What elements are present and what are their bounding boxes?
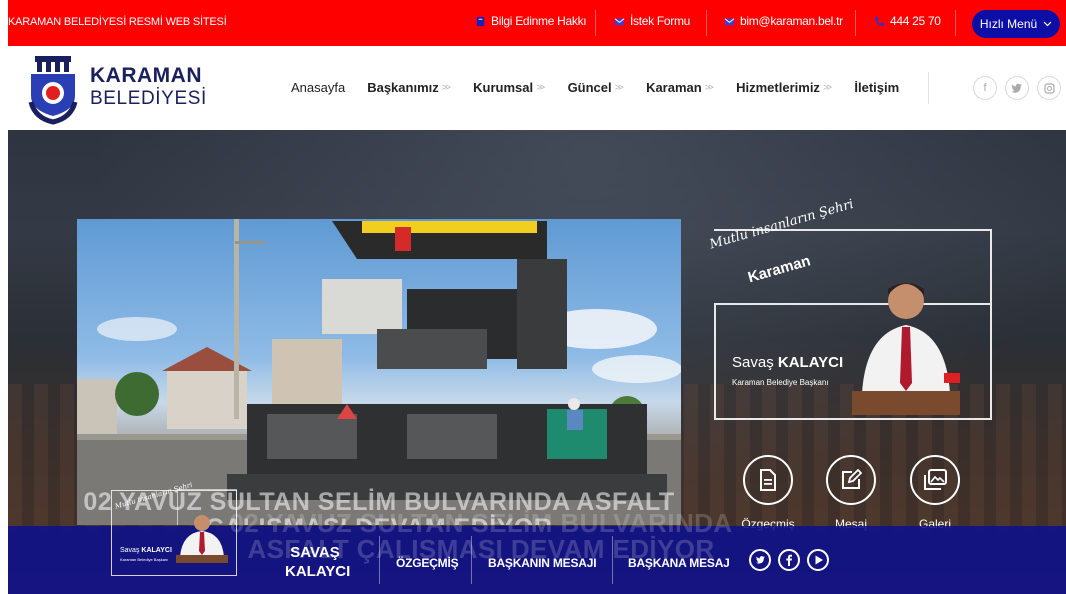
edit-icon — [842, 469, 862, 489]
bottom-mayor-last: KALAYCI — [285, 563, 351, 580]
info-request-link[interactable]: Bilgi Edinme Hakkı — [475, 14, 587, 28]
request-form-link[interactable]: İstek Formu — [614, 14, 690, 28]
email-label: bim@karaman.bel.tr — [740, 14, 843, 28]
divider — [855, 10, 856, 36]
chevron-down-icon: ≫ — [536, 82, 546, 92]
mayor-role: Karaman Belediye Başkanı — [732, 378, 829, 387]
message-button[interactable] — [826, 455, 876, 505]
envelope-icon — [614, 17, 625, 25]
instagram-icon[interactable] — [1037, 76, 1061, 100]
chevron-down-icon: ≫ — [441, 82, 452, 92]
info-request-label: Bilgi Edinme Hakkı — [491, 14, 587, 28]
chevron-down-icon: ≫ — [822, 82, 833, 92]
nav-item-kurumsal[interactable]: Kurumsal ≫ — [473, 80, 545, 95]
bottom-mayor-name[interactable]: SAVAŞ KALAYCI — [285, 543, 351, 581]
twitter-icon[interactable] — [1005, 76, 1029, 100]
asphalt-paver-photo — [77, 219, 681, 525]
quick-menu-button[interactable]: Hızlı Menü — [972, 10, 1060, 38]
top-bar: KARAMAN BELEDİYESİ RESMİ WEB SİTESİ Bilg… — [8, 0, 1066, 46]
municipality-emblem-icon[interactable] — [25, 52, 81, 126]
twitter-icon[interactable] — [749, 549, 771, 571]
thumbnail-mayor-name: Savaş KALAYCI — [120, 547, 172, 554]
nav-item-anasayfa[interactable]: Anasayfa — [291, 80, 345, 95]
chevron-down-icon: ≫ — [614, 82, 625, 92]
nav-item-baskanimiz[interactable]: Başkanımız ≫ — [367, 80, 451, 95]
play-icon[interactable] — [807, 549, 829, 571]
slide-caption-overlay: 02 YAVUZ SULTAN SELİM BULVARINDA ASFALT … — [229, 508, 733, 564]
logo-subtitle[interactable]: BELEDİYESİ — [90, 88, 207, 110]
nav-item-hizmetlerimiz[interactable]: Hizmetlerimiz ≫ — [736, 80, 832, 95]
mayor-name[interactable]: Savaş KALAYCI — [732, 354, 843, 371]
envelope-icon — [724, 17, 735, 25]
nav-item-karaman[interactable]: Karaman ≫ — [646, 80, 714, 95]
bottom-mayor-message-link[interactable]: BAŞKANIN MESAJI — [488, 556, 597, 570]
chevron-down-icon — [1043, 21, 1052, 27]
thumbnail-mayor-role: Karaman Belediye Başkanı — [120, 557, 169, 562]
facebook-icon[interactable]: f — [973, 76, 997, 100]
site-title: KARAMAN BELEDİYESİ RESMİ WEB SİTESİ — [8, 16, 227, 28]
news-slide[interactable]: 02 YAVUZ SULTAN SELİM BULVARINDA ASFALT … — [77, 219, 681, 525]
divider — [706, 10, 707, 36]
document-icon — [760, 469, 776, 491]
bottom-cv-link[interactable]: ÖZGEÇMİŞ — [396, 556, 459, 570]
nav-label: Başkanımız — [367, 80, 439, 95]
quick-menu-label: Hızlı Menü — [979, 17, 1038, 31]
header: KARAMAN BELEDİYESİ Anasayfa Başkanımız ≫ … — [8, 46, 1066, 130]
phone-label: 444 25 70 — [890, 14, 941, 28]
nav-label: Hizmetlerimiz — [736, 80, 820, 95]
bottom-message-mayor-link[interactable]: BAŞKANA MESAJ — [628, 556, 730, 570]
divider — [955, 10, 956, 36]
divider — [471, 536, 472, 584]
book-icon — [476, 16, 485, 26]
bottom-mayor-first: SAVAŞ — [290, 544, 340, 561]
nav-label: İletişim — [854, 80, 900, 95]
divider — [928, 72, 929, 104]
thumbnail-first-name: Savaş — [120, 547, 140, 554]
thumbnail-last-name: KALAYCI — [141, 547, 172, 554]
chevron-down-icon: ≫ — [704, 82, 715, 92]
mayor-portrait — [852, 283, 960, 415]
nav-label: Güncel — [567, 80, 612, 95]
mayor-thumbnail[interactable]: Mutlu insanların Şehri Savaş KALAYCI Kar… — [111, 481, 237, 576]
nav-label: Karaman — [646, 80, 702, 95]
email-link[interactable]: bim@karaman.bel.tr — [724, 14, 843, 28]
divider — [612, 536, 613, 584]
main-navigation: Anasayfa Başkanımız ≫ Kurumsal ≫ Güncel ≫ K… — [291, 80, 899, 95]
thumbnail-portrait — [176, 515, 228, 563]
cv-button[interactable] — [743, 455, 793, 505]
nav-item-guncel[interactable]: Güncel ≫ — [568, 80, 625, 95]
mayor-bottom-bar: 02 YAVUZ SULTAN SELİM BULVARINDA ASFALT … — [8, 481, 1066, 594]
divider — [379, 536, 380, 584]
request-form-label: İstek Formu — [630, 14, 691, 28]
phone-link[interactable]: 444 25 70 — [874, 14, 941, 28]
nav-label: Anasayfa — [291, 80, 346, 95]
mayor-last-name: KALAYCI — [777, 354, 844, 371]
nav-label: Kurumsal — [473, 80, 534, 95]
divider — [595, 10, 596, 36]
facebook-icon[interactable] — [778, 549, 800, 571]
phone-icon — [874, 16, 885, 26]
mayor-first-name: Savaş — [732, 354, 774, 371]
gallery-icon — [924, 469, 947, 490]
nav-item-iletisim[interactable]: İletişim — [854, 80, 899, 95]
gallery-button[interactable] — [910, 455, 960, 505]
logo-title[interactable]: KARAMAN — [90, 64, 202, 88]
